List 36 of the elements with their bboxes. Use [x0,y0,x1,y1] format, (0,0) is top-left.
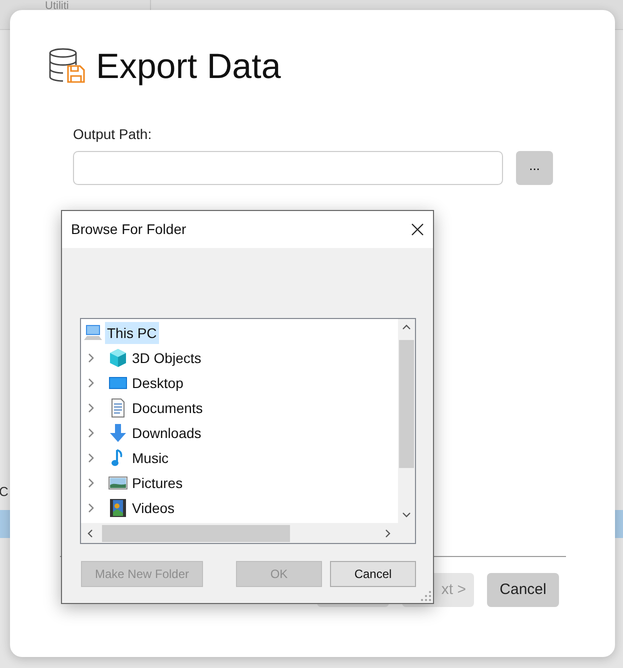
resize-grip-icon[interactable] [421,591,431,601]
scroll-left-icon[interactable] [87,529,93,538]
tree-item[interactable]: Music [130,446,171,468]
download-icon [108,422,128,442]
chevron-icon[interactable] [86,478,96,488]
tree-item[interactable]: Videos [130,496,177,518]
tree-item[interactable]: Desktop [130,372,186,394]
scroll-up-icon[interactable] [402,324,411,330]
tree-item[interactable]: Pictures [130,472,185,494]
output-path-field[interactable] [73,151,503,185]
cancel-button[interactable]: Cancel [330,561,416,587]
row-label: C [0,484,8,500]
scroll-right-icon[interactable] [385,529,391,538]
chevron-icon[interactable] [86,378,96,388]
chevron-icon[interactable] [86,428,96,438]
tree-item[interactable]: 3D Objects [130,346,204,368]
tree-item[interactable]: This PC [105,322,159,344]
chevron-icon[interactable] [86,352,96,362]
database-save-icon [48,48,88,84]
chevron-icon[interactable] [86,502,96,512]
close-icon[interactable] [411,223,424,236]
field-label: Output Path: [73,125,153,144]
horizontal-scrollbar[interactable] [81,523,415,543]
browse-button[interactable]: ... [516,151,553,185]
chevron-icon[interactable] [86,402,96,412]
scroll-down-icon[interactable] [402,512,411,518]
chevron-icon[interactable] [86,452,96,462]
dialog-title: Export Data [96,48,281,84]
vertical-scrollbar[interactable] [398,319,415,523]
tree-item[interactable]: Downloads [130,422,204,444]
dialog-title: Browse For Folder [71,220,186,239]
film-icon [108,498,128,518]
cancel-button[interactable]: Cancel [487,573,559,607]
computer-icon [83,322,103,342]
tree-item[interactable]: Documents [130,396,205,418]
cube-icon [108,348,128,368]
